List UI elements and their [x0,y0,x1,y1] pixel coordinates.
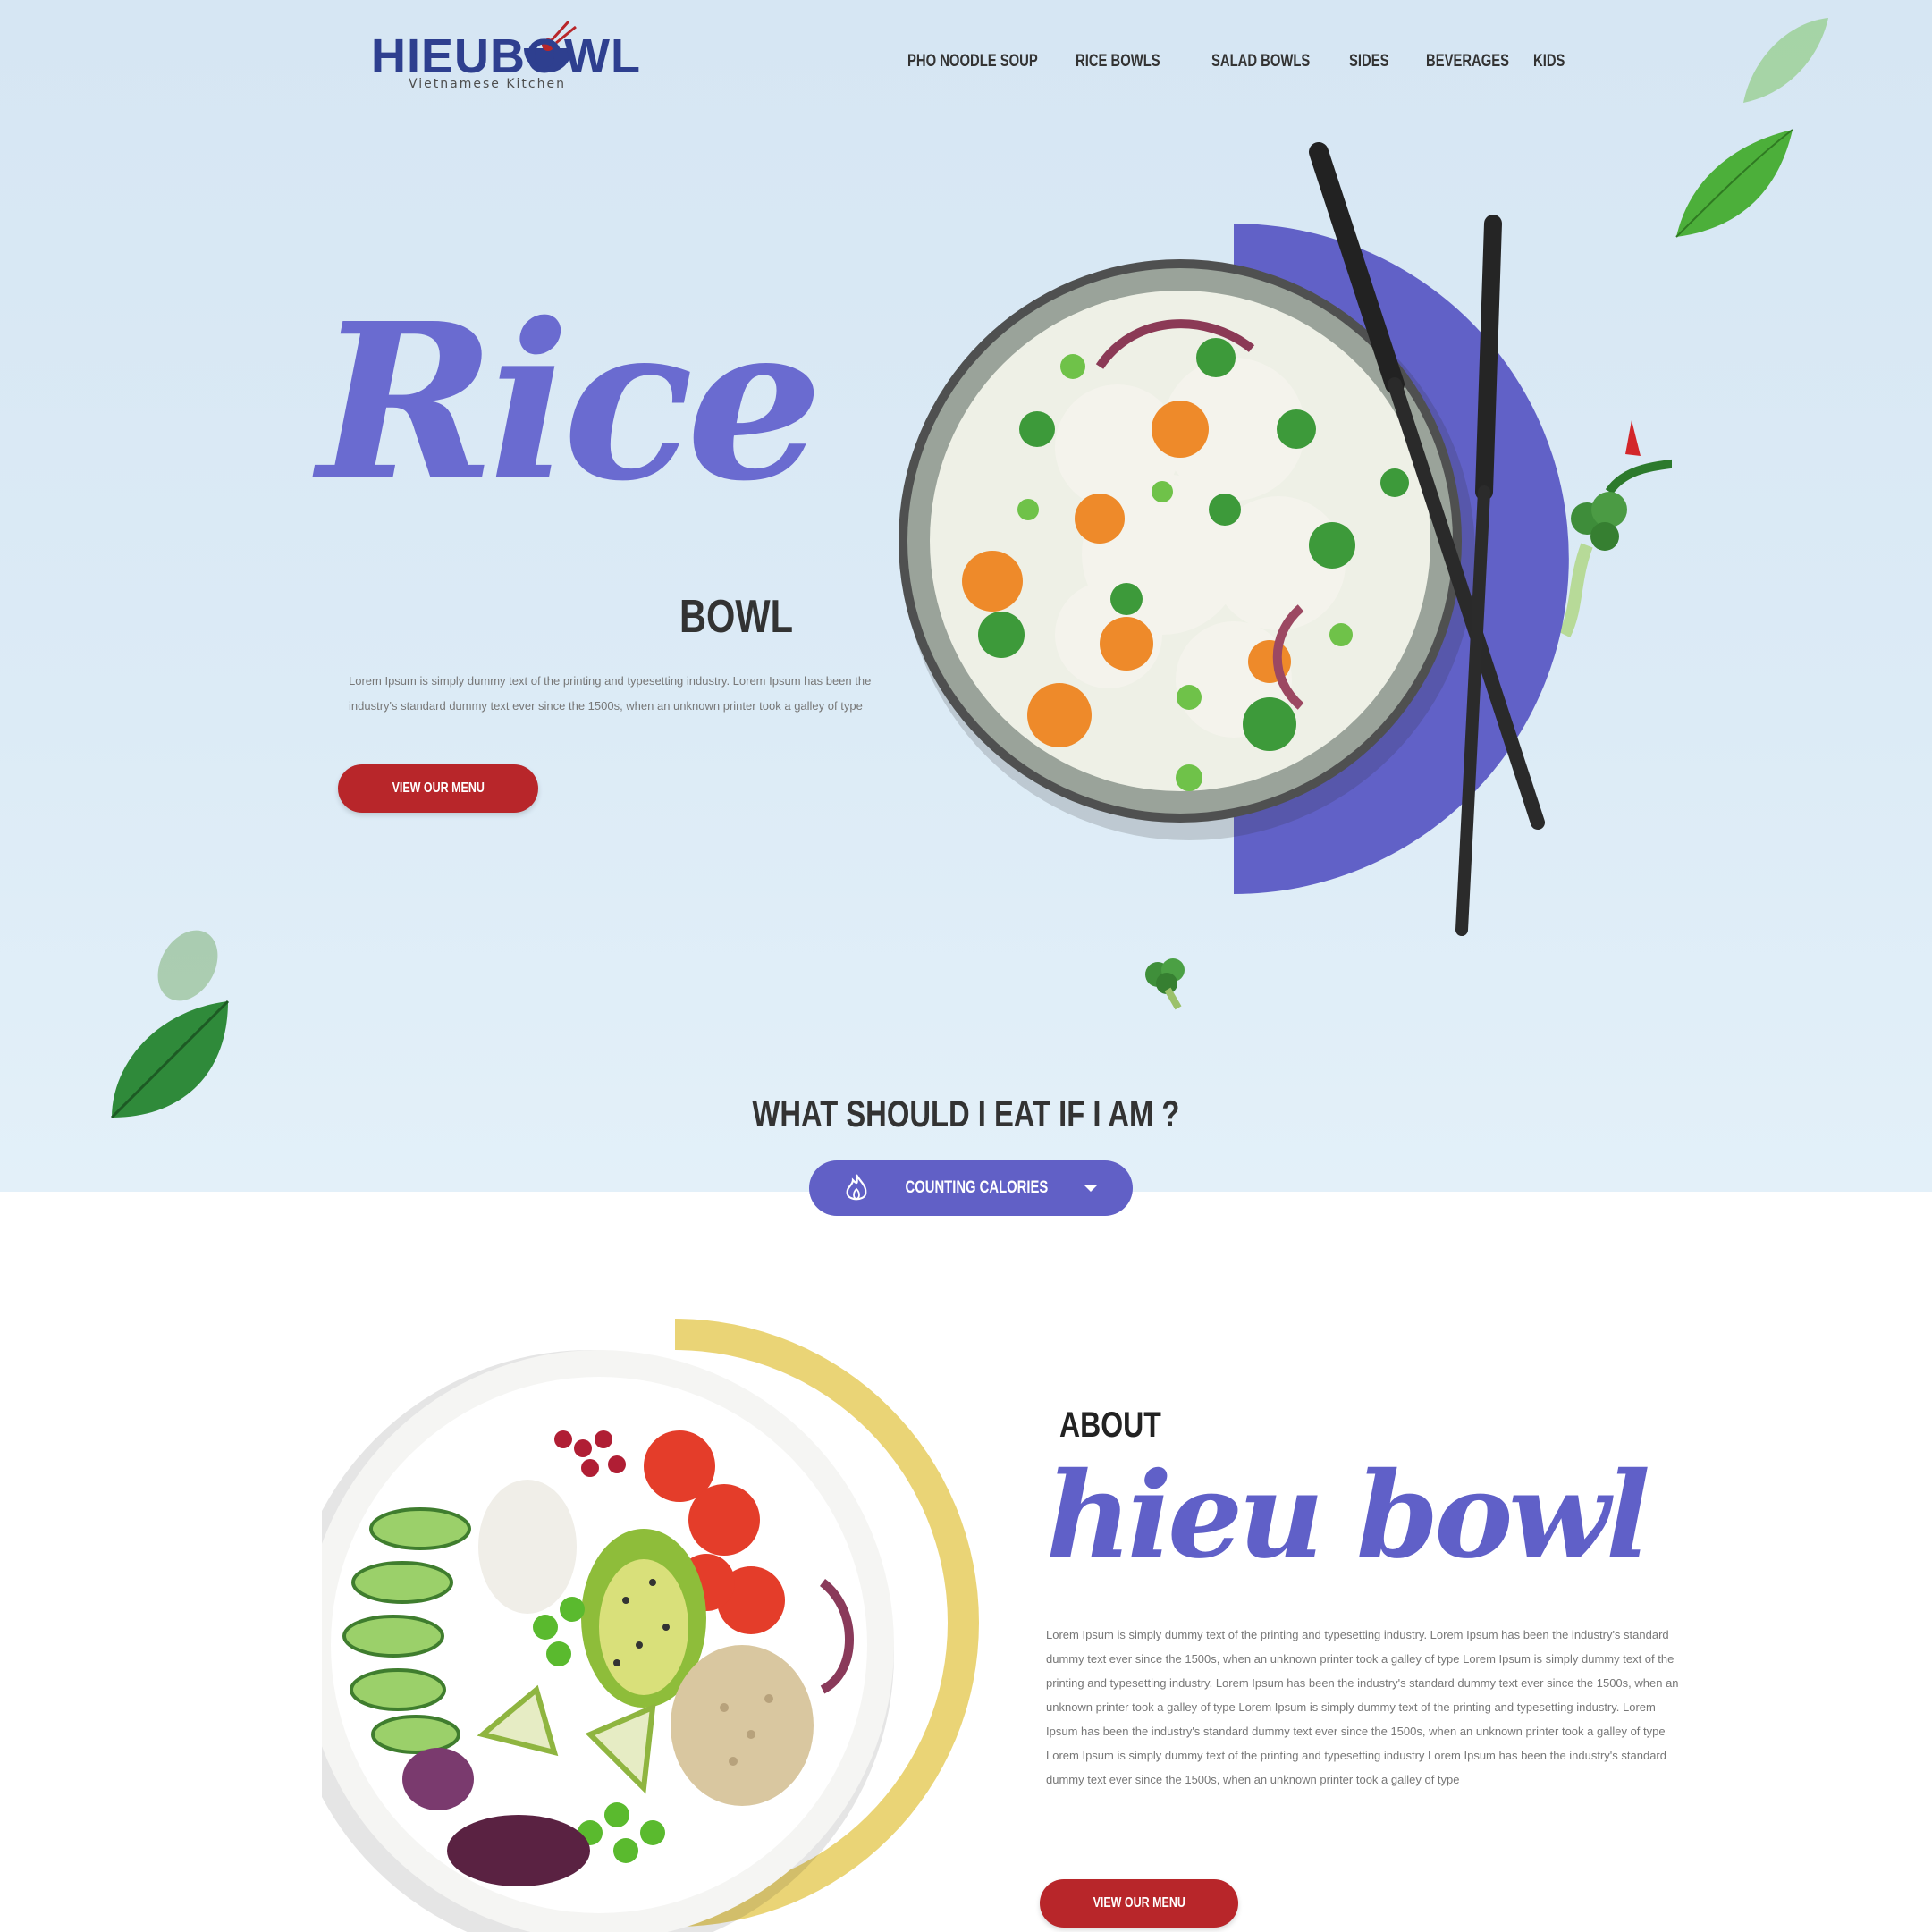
chevron-down-icon [1084,1185,1099,1192]
about-view-menu-button[interactable]: VIEW OUR MENU [1040,1879,1238,1928]
brand-name: HIEUBOWL [371,30,641,83]
nav-item-pho-noodle-soup[interactable]: PHO NOODLE SOUP [907,52,1038,72]
hero-subtitle: BOWL [679,591,794,643]
salad-bowl-image [322,1319,979,1932]
question-heading: WHAT SHOULD I EAT IF I AM ? [0,1093,1932,1135]
brand-tagline: Vietnamese Kitchen [409,77,566,91]
rice-bowl-image [899,142,1569,936]
nav-item-kids[interactable]: KIDS [1533,52,1565,72]
nav-item-beverages[interactable]: BEVERAGES [1426,52,1509,72]
diet-dropdown-label: COUNTING CALORIES [905,1178,1048,1197]
broccoli-icon [1145,958,1185,1010]
about-script-title: hieu bowl [1046,1447,1650,1585]
about-view-menu-button-label: VIEW OUR MENU [1093,1895,1185,1911]
diet-dropdown[interactable]: COUNTING CALORIES [809,1160,1133,1216]
nav-item-rice-bowls[interactable]: RICE BOWLS [1076,52,1160,72]
brand-logo[interactable]: HIEUBOWL Vietnamese Kitchen [371,18,641,94]
flame-icon [846,1174,867,1201]
nav-item-salad-bowls[interactable]: SALAD BOWLS [1211,52,1310,72]
nav-item-sides[interactable]: SIDES [1349,52,1388,72]
about-description: Lorem Ipsum is simply dummy text of the … [1046,1628,1679,1786]
view-menu-button-label: VIEW OUR MENU [392,780,485,796]
leaf-icon [1743,18,1828,103]
leaf-icon [1675,129,1793,238]
hero-description: Lorem Ipsum is simply dummy text of the … [349,674,872,713]
about-heading: ABOUT [1059,1405,1161,1445]
hero-script-title: Rice [317,276,823,528]
question-heading-text: WHAT SHOULD I EAT IF I AM ? [752,1093,1180,1135]
view-menu-button[interactable]: VIEW OUR MENU [338,764,538,813]
